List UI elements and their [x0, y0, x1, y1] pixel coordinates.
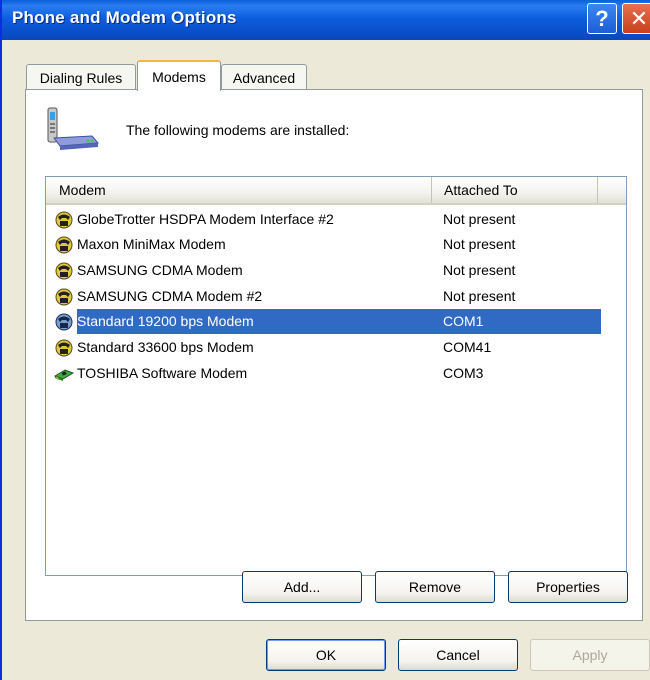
modem-port: COM3	[443, 365, 484, 381]
table-row[interactable]: Maxon MiniMax Modem Not present	[49, 232, 601, 257]
pci-card-icon	[53, 369, 75, 381]
table-row[interactable]: Standard 33600 bps Modem COM41	[49, 335, 601, 360]
modem-port: Not present	[443, 236, 516, 252]
modem-phone-icon	[55, 236, 73, 254]
modem-name: GlobeTrotter HSDPA Modem Interface #2	[77, 211, 334, 227]
modem-name: SAMSUNG CDMA Modem	[77, 262, 243, 278]
window-title: Phone and Modem Options	[12, 8, 237, 27]
modem-name: Standard 19200 bps Modem	[77, 313, 254, 329]
help-icon: ?	[595, 5, 609, 31]
table-row[interactable]: SAMSUNG CDMA Modem Not present	[49, 258, 601, 283]
modem-phone-icon	[47, 107, 100, 150]
modem-name: SAMSUNG CDMA Modem #2	[77, 288, 263, 304]
help-button[interactable]: ?	[587, 3, 617, 34]
title-bar[interactable]: Phone and Modem Options ? ✕	[2, 0, 650, 40]
close-icon: ✕	[629, 5, 649, 31]
dialog-window: Phone and Modem Options ? ✕ Dialing Rule…	[0, 0, 650, 680]
modem-phone-icon	[55, 339, 73, 357]
table-row[interactable]: GlobeTrotter HSDPA Modem Interface #2 No…	[49, 207, 601, 232]
column-header-attached-to[interactable]: Attached To	[432, 177, 598, 203]
table-row-selected[interactable]: Standard 19200 bps Modem COM1	[49, 309, 601, 334]
close-button[interactable]: ✕	[622, 3, 650, 34]
tab-advanced[interactable]: Advanced	[221, 64, 307, 90]
tab-dialing-rules[interactable]: Dialing Rules	[26, 64, 136, 90]
add-button[interactable]: Add...	[242, 571, 362, 603]
intro-text: The following modems are installed:	[126, 122, 350, 138]
cancel-button[interactable]: Cancel	[398, 639, 518, 671]
properties-button[interactable]: Properties	[508, 571, 628, 603]
modem-port: Not present	[443, 288, 516, 304]
modem-phone-icon	[55, 288, 73, 306]
modem-port: Not present	[443, 262, 516, 278]
table-row[interactable]: TOSHIBA Software Modem COM3	[49, 361, 601, 386]
table-row[interactable]: SAMSUNG CDMA Modem #2 Not present	[49, 284, 601, 309]
modem-name: Maxon MiniMax Modem	[77, 236, 226, 252]
ok-button[interactable]: OK	[266, 639, 386, 671]
remove-button[interactable]: Remove	[375, 571, 495, 603]
modem-name: Standard 33600 bps Modem	[77, 339, 254, 355]
modem-port: Not present	[443, 211, 516, 227]
modem-phone-icon	[55, 262, 73, 280]
modem-name: TOSHIBA Software Modem	[77, 365, 248, 381]
apply-button[interactable]: Apply	[530, 639, 650, 671]
modem-port: COM41	[443, 339, 492, 355]
modem-phone-icon	[55, 211, 73, 229]
list-header: Modem Attached To	[46, 177, 626, 205]
modem-port: COM1	[443, 313, 484, 329]
modem-phone-icon	[55, 313, 73, 331]
tab-modems[interactable]: Modems	[137, 60, 221, 91]
column-header-modem[interactable]: Modem	[46, 177, 432, 203]
